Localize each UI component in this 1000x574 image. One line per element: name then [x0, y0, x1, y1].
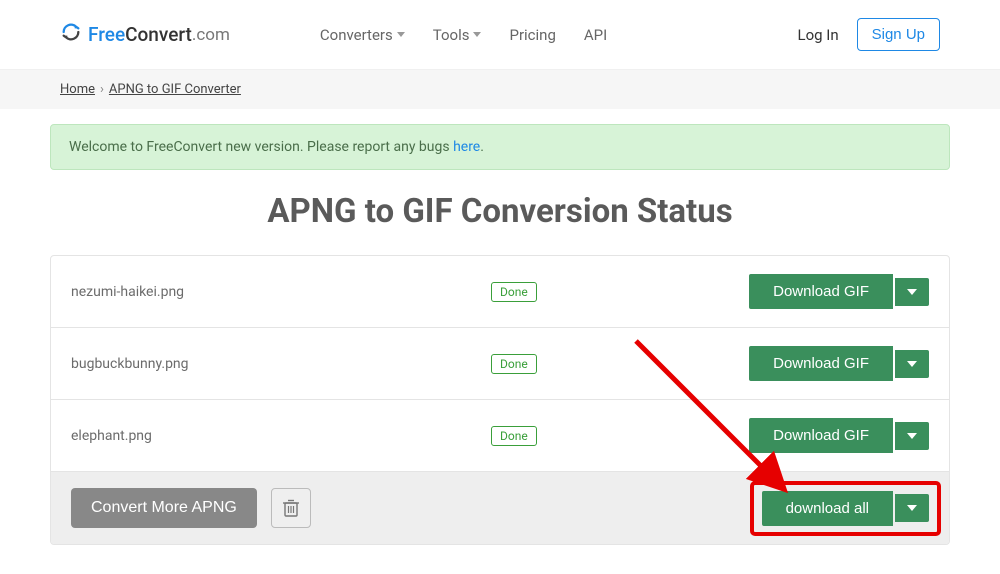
- file-name: elephant.png: [71, 428, 491, 444]
- logo-text-convert: Convert: [125, 23, 192, 46]
- info-alert: Welcome to FreeConvert new version. Plea…: [50, 124, 950, 170]
- download-all-options-button[interactable]: [895, 494, 929, 522]
- login-link[interactable]: Log In: [797, 26, 838, 44]
- download-all-group: download all: [762, 491, 929, 526]
- breadcrumb-current[interactable]: APNG to GIF Converter: [109, 82, 241, 97]
- nav-label: API: [584, 26, 607, 44]
- header: FreeConvert.com Converters Tools Pricing…: [0, 0, 1000, 70]
- breadcrumb-separator: ›: [100, 82, 104, 97]
- chevron-down-icon: [907, 289, 917, 295]
- status-badge: Done: [491, 282, 537, 302]
- nav-converters[interactable]: Converters: [320, 26, 405, 44]
- main-nav: Converters Tools Pricing API: [320, 26, 798, 44]
- nav-label: Converters: [320, 26, 393, 44]
- nav-pricing[interactable]: Pricing: [509, 26, 555, 44]
- status-badge: Done: [491, 426, 537, 446]
- file-row: nezumi-haikei.png Done Download GIF: [51, 256, 949, 328]
- file-row: elephant.png Done Download GIF: [51, 400, 949, 472]
- file-name: nezumi-haikei.png: [71, 284, 491, 300]
- row-actions: Download GIF: [749, 274, 929, 309]
- status-cell: Done: [491, 426, 749, 446]
- alert-text: Welcome to FreeConvert new version. Plea…: [69, 139, 453, 155]
- status-badge: Done: [491, 354, 537, 374]
- conversion-panel: nezumi-haikei.png Done Download GIF bugb…: [50, 255, 950, 545]
- chevron-down-icon: [473, 32, 481, 37]
- nav-api[interactable]: API: [584, 26, 607, 44]
- download-options-button[interactable]: [895, 350, 929, 378]
- row-actions: Download GIF: [749, 418, 929, 453]
- breadcrumb: Home › APNG to GIF Converter: [0, 70, 1000, 109]
- chevron-down-icon: [907, 361, 917, 367]
- download-options-button[interactable]: [895, 278, 929, 306]
- signup-button[interactable]: Sign Up: [857, 18, 940, 51]
- logo-text-free: Free: [88, 23, 125, 46]
- download-button[interactable]: Download GIF: [749, 274, 893, 309]
- breadcrumb-home[interactable]: Home: [60, 82, 95, 97]
- logo-text-com: .com: [192, 25, 230, 45]
- site-logo[interactable]: FreeConvert.com: [60, 21, 230, 48]
- delete-button[interactable]: [271, 488, 311, 528]
- download-button[interactable]: Download GIF: [749, 418, 893, 453]
- download-options-button[interactable]: [895, 422, 929, 450]
- download-button[interactable]: Download GIF: [749, 346, 893, 381]
- alert-suffix: .: [480, 139, 484, 155]
- main-content: Welcome to FreeConvert new version. Plea…: [0, 109, 1000, 545]
- download-all-button[interactable]: download all: [762, 491, 893, 526]
- nav-label: Tools: [433, 26, 470, 44]
- refresh-icon: [60, 21, 82, 48]
- page-title: APNG to GIF Conversion Status: [50, 192, 950, 231]
- file-name: bugbuckbunny.png: [71, 356, 491, 372]
- status-cell: Done: [491, 282, 749, 302]
- chevron-down-icon: [907, 505, 917, 511]
- status-cell: Done: [491, 354, 749, 374]
- auth-area: Log In Sign Up: [797, 18, 940, 51]
- trash-icon: [282, 498, 300, 518]
- nav-label: Pricing: [509, 26, 555, 44]
- nav-tools[interactable]: Tools: [433, 26, 482, 44]
- chevron-down-icon: [397, 32, 405, 37]
- alert-link[interactable]: here: [453, 139, 480, 155]
- row-actions: Download GIF: [749, 346, 929, 381]
- convert-more-button[interactable]: Convert More APNG: [71, 488, 257, 528]
- chevron-down-icon: [907, 433, 917, 439]
- file-row: bugbuckbunny.png Done Download GIF: [51, 328, 949, 400]
- panel-footer: Convert More APNG download all: [51, 472, 949, 544]
